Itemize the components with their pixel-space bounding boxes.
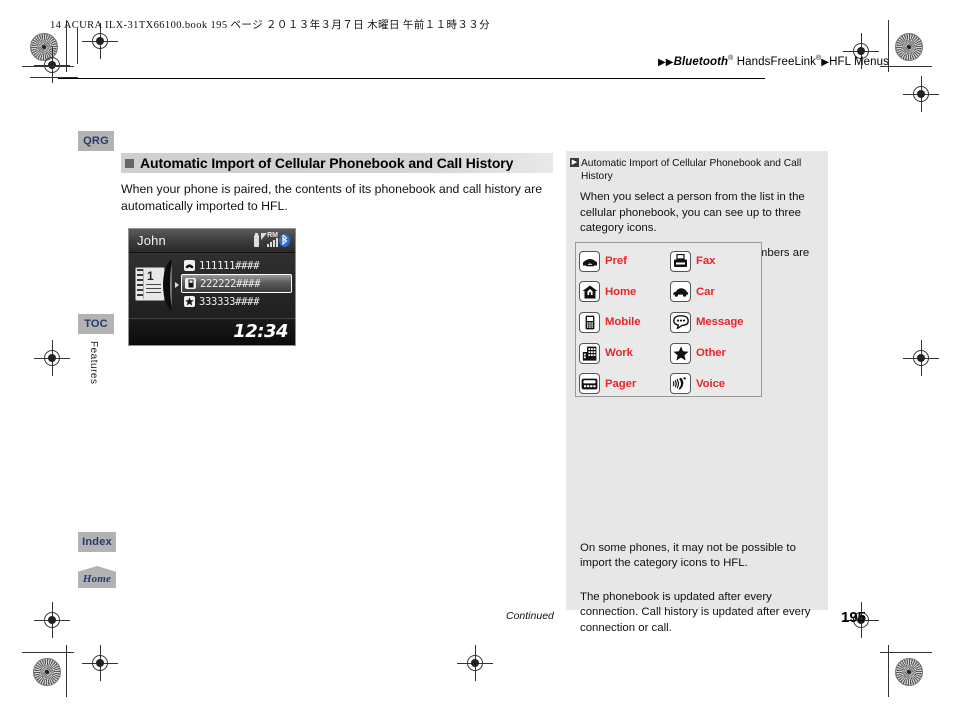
category-item-message: Message: [670, 307, 761, 338]
header-divider-rule: [58, 78, 765, 79]
bluetooth-icon: [279, 234, 290, 247]
fax-icon: [670, 250, 691, 272]
registration-halftone-circle-bottom-left: [33, 658, 61, 686]
sidebar-paragraph-4: The phonebook is updated after every con…: [580, 590, 811, 634]
pager-icon: [579, 373, 600, 395]
device-title-bar: John RM: [129, 229, 295, 253]
page-number: 195: [841, 609, 867, 626]
star-icon: [670, 342, 691, 364]
breadcrumb-hfl-menus: HFL Menus: [829, 55, 889, 68]
category-item-other: Other: [670, 338, 761, 369]
category-telephone-icon: [184, 260, 195, 271]
phonebook-notebook-icon: 1: [135, 267, 165, 301]
device-footer-bar: 12:34: [129, 318, 295, 345]
breadcrumb: ▶▶Bluetooth® HandsFreeLink®▶HFL Menus: [658, 55, 889, 68]
breadcrumb-arrow-2: ▶: [821, 56, 830, 68]
category-item-voice: Voice: [670, 368, 761, 399]
registration-target-left-mid: [34, 340, 70, 376]
device-number-row[interactable]: 333333####: [181, 293, 292, 310]
category-label: Work: [605, 347, 633, 360]
device-number-row-selected[interactable]: 222222####: [181, 274, 292, 293]
home-icon: [579, 281, 600, 303]
main-content-column: Automatic Import of Cellular Phonebook a…: [121, 153, 553, 214]
reference-marker-icon: ▶: [570, 158, 579, 167]
category-item-pager: Pager: [579, 368, 670, 399]
device-clock: 12:34: [233, 321, 288, 342]
device-number-row[interactable]: 111111####: [181, 257, 292, 274]
registration-target-bottom-center: [457, 645, 493, 681]
phonebook-index-number: 1: [147, 269, 154, 283]
message-bubble-icon: [670, 311, 691, 333]
category-label: Mobile: [605, 316, 641, 329]
battery-icon: [254, 233, 259, 247]
category-label: Pager: [605, 377, 637, 390]
registration-target-top-left: [34, 47, 70, 83]
crop-line-tl-v2: [77, 28, 78, 64]
device-number-list: 111111#### 222222#### 333333####: [181, 257, 292, 310]
signal-strength-icon: RM: [261, 232, 278, 247]
registration-halftone-circle-bottom-right: [895, 658, 923, 686]
category-item-mobile: Mobile: [579, 307, 670, 338]
registration-target-bottom-left: [34, 602, 70, 638]
office-building-icon: [579, 342, 600, 364]
sidebar-tab-home[interactable]: Home: [78, 566, 116, 588]
section-heading-bar: Automatic Import of Cellular Phonebook a…: [121, 153, 553, 173]
device-number-text: 333333####: [199, 295, 260, 308]
continued-label: Continued: [506, 610, 554, 622]
registration-target-top-right-2: [903, 76, 939, 112]
category-icon-table: Pref Fax Home Car Mobile Message Work Ot…: [575, 242, 762, 397]
sidebar-paragraph-1: When you select a person from the list i…: [580, 191, 805, 234]
category-label: Home: [605, 285, 637, 298]
sidebar-tab-index[interactable]: Index: [78, 532, 116, 552]
category-label: Other: [696, 347, 726, 360]
category-item-pref: Pref: [579, 246, 670, 277]
crop-line-bl-h: [22, 652, 74, 653]
car-icon: [670, 281, 691, 303]
roaming-label: RM: [267, 232, 278, 239]
reference-sidebar: ▶ Automatic Import of Cellular Phonebook…: [566, 151, 828, 634]
sidebar-tab-qrg[interactable]: QRG: [78, 131, 114, 151]
mobile-phone-icon: [579, 311, 600, 333]
crop-line-br-h: [880, 652, 932, 653]
category-label: Message: [696, 316, 744, 329]
category-star-icon: [184, 296, 195, 307]
category-item-fax: Fax: [670, 246, 761, 277]
category-item-work: Work: [579, 338, 670, 369]
breadcrumb-handsfreelink: HandsFreeLink: [733, 55, 817, 68]
registration-halftone-circle-top-right: [895, 33, 923, 61]
sidebar-reference-title-row: ▶ Automatic Import of Cellular Phonebook…: [566, 151, 828, 183]
selection-caret-icon: [175, 282, 179, 288]
chapter-label-features: Features: [88, 341, 99, 385]
category-label: Voice: [696, 377, 726, 390]
page-title: Automatic Import of Cellular Phonebook a…: [140, 155, 514, 171]
category-label: Pref: [605, 255, 627, 268]
head-unit-screen-illustration: John RM 1 111111#### 222222#### 333333##…: [128, 228, 296, 346]
device-status-icons: RM: [254, 232, 290, 247]
category-item-home: Home: [579, 277, 670, 308]
device-number-list-area: 1 111111#### 222222#### 333333####: [129, 253, 295, 318]
sidebar-tab-toc[interactable]: TOC: [78, 314, 114, 334]
registration-target-right-mid: [903, 340, 939, 376]
telephone-icon: [579, 250, 600, 272]
sidebar-reference-title: Automatic Import of Cellular Phonebook a…: [581, 158, 802, 182]
device-number-text: 222222####: [200, 277, 261, 290]
category-label: Fax: [696, 255, 716, 268]
breadcrumb-arrow-1: ▶▶: [658, 56, 674, 68]
main-body-paragraph: When your phone is paired, the contents …: [121, 182, 543, 213]
print-file-meta: 14 ACURA ILX-31TX66100.book 195 ページ ２０１３…: [50, 20, 491, 31]
breadcrumb-bluetooth: Bluetooth: [673, 55, 729, 68]
voice-icon: [670, 373, 691, 395]
sidebar-paragraph-3: On some phones, it may not be possible t…: [580, 541, 796, 570]
device-number-text: 111111####: [199, 259, 260, 272]
category-label: Car: [696, 285, 715, 298]
category-item-car: Car: [670, 277, 761, 308]
crop-line-tl-h: [22, 66, 74, 67]
category-mobile-icon: [185, 278, 196, 289]
registration-target-bottom-left-2: [82, 645, 118, 681]
device-contact-name: John: [137, 233, 166, 248]
bullet-square-icon: [125, 158, 134, 168]
